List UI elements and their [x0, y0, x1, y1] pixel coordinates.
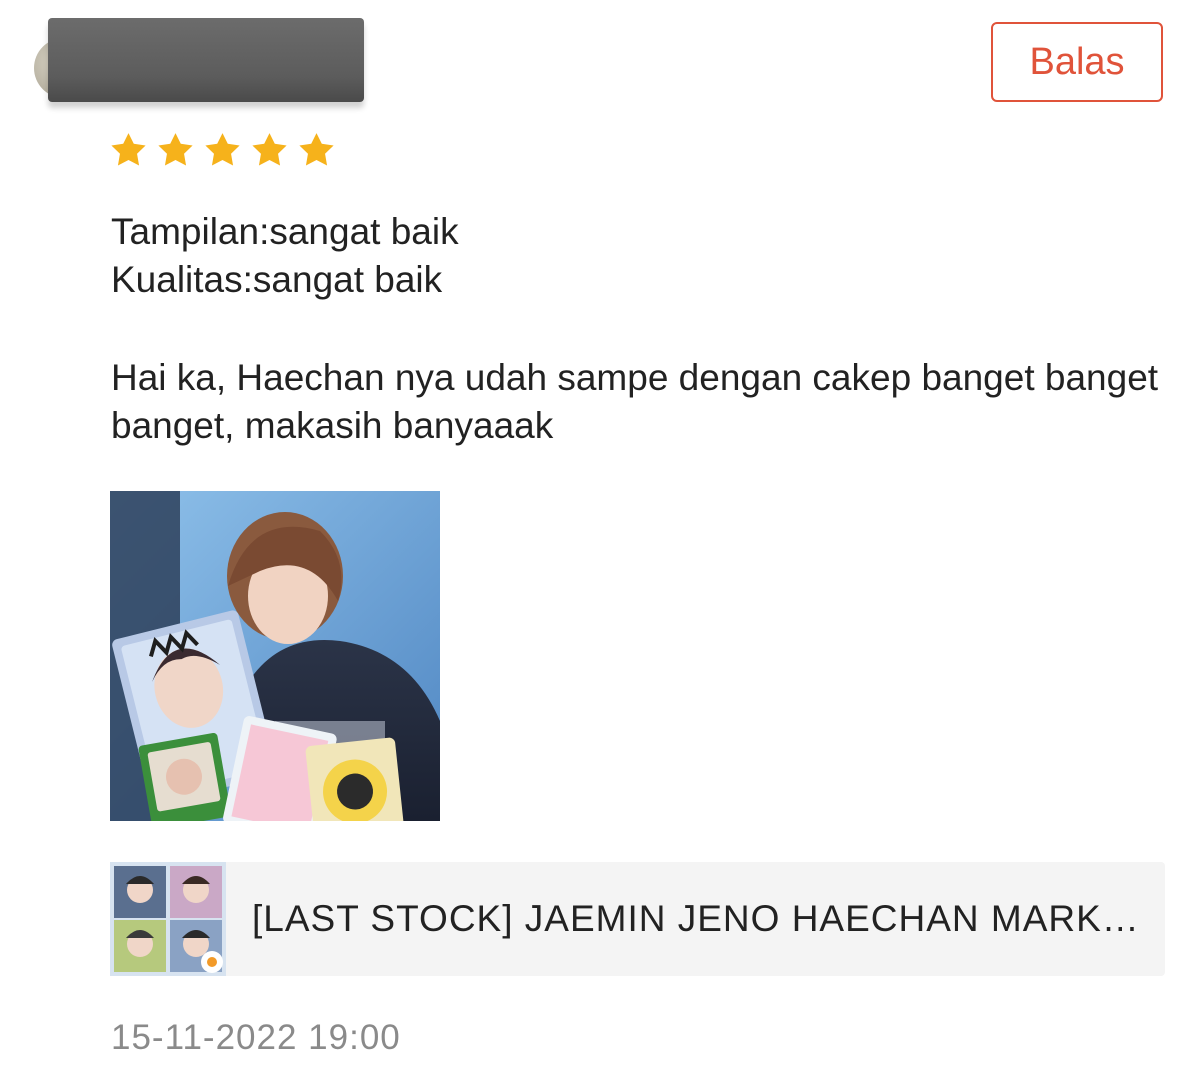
- reply-button[interactable]: Balas: [991, 22, 1163, 102]
- star-icon: [158, 133, 193, 166]
- star-icon: [252, 133, 287, 166]
- review-photo[interactable]: [110, 491, 440, 821]
- product-thumbnail: [110, 862, 226, 976]
- product-thumbnail-image: [110, 862, 226, 976]
- reviewer-name-redacted: [48, 18, 364, 102]
- product-title: [LAST STOCK] JAEMIN JENO HAECHAN MARK BA…: [252, 898, 1142, 939]
- star-rating: [108, 130, 337, 171]
- review-comment: Hai ka, Haechan nya udah sampe dengan ca…: [111, 357, 1159, 446]
- review-appearance: Tampilan:sangat baik: [111, 211, 459, 252]
- review-timestamp: 15-11-2022 19:00: [111, 1018, 401, 1057]
- product-card[interactable]: [LAST STOCK] JAEMIN JENO HAECHAN MARK BA…: [110, 862, 1165, 976]
- review-body: Tampilan:sangat baik Kualitas:sangat bai…: [111, 208, 1171, 450]
- reply-button-label: Balas: [1029, 40, 1125, 83]
- review-quality: Kualitas:sangat baik: [111, 259, 443, 300]
- review-photo-image: [110, 491, 440, 821]
- star-icon: [111, 133, 146, 166]
- star-icon: [299, 133, 334, 166]
- star-icon: [205, 133, 240, 166]
